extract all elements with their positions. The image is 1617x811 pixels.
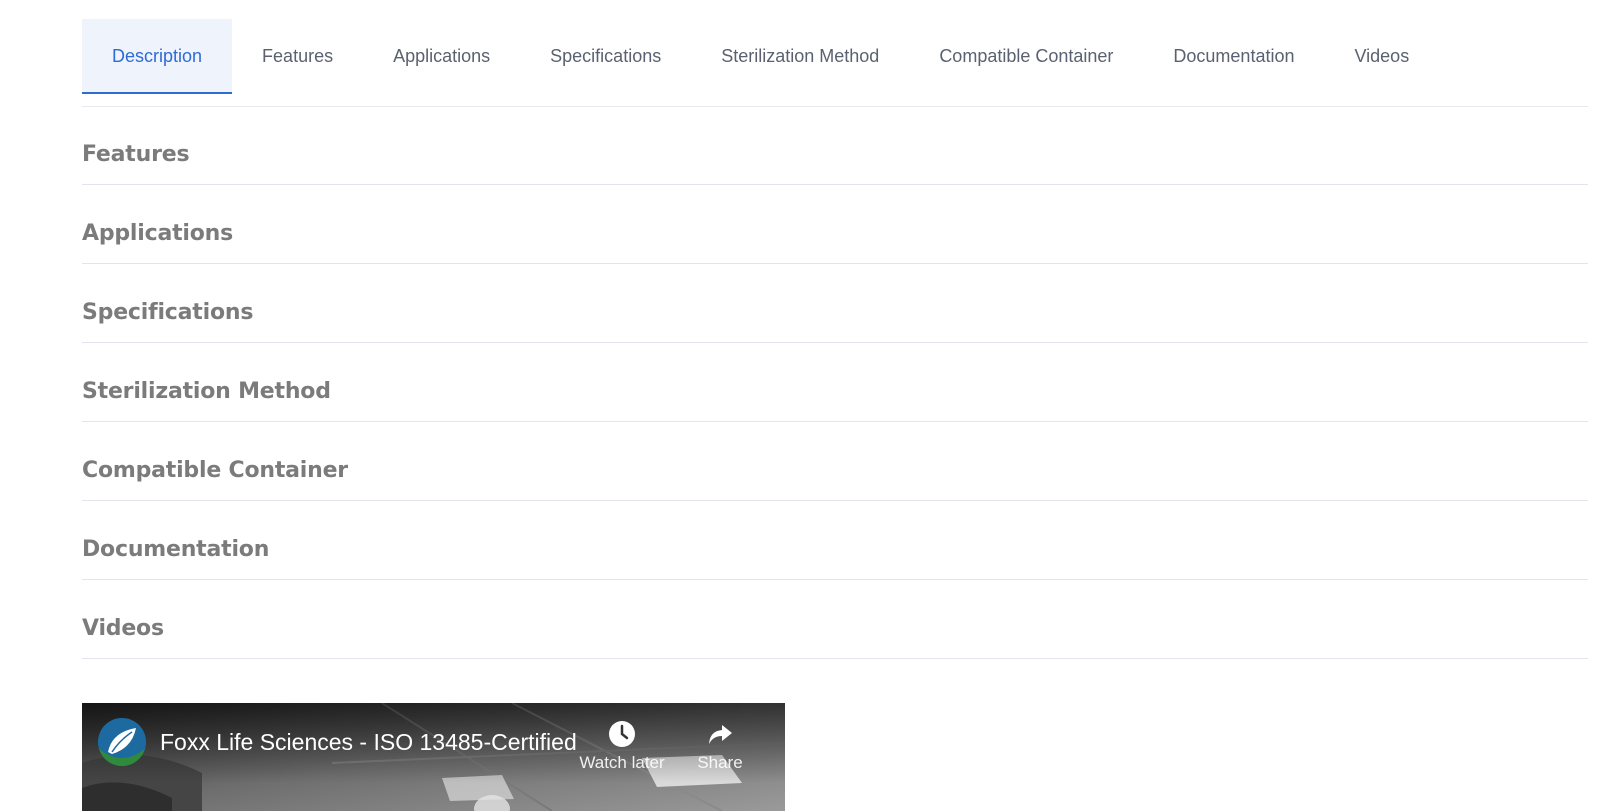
section-title: Sterilization Method [82, 379, 331, 404]
section-compatible-container[interactable]: Compatible Container [82, 422, 1588, 501]
section-applications[interactable]: Applications [82, 185, 1588, 264]
tab-description[interactable]: Description [82, 19, 233, 94]
section-title: Applications [82, 221, 234, 246]
tab-videos[interactable]: Videos [1324, 19, 1439, 94]
section-documentation[interactable]: Documentation [82, 501, 1588, 580]
section-specifications[interactable]: Specifications [82, 264, 1588, 343]
section-title: Compatible Container [82, 458, 348, 483]
section-title: Documentation [82, 537, 270, 562]
tab-bar: Description Features Applications Specif… [82, 19, 1588, 107]
tab-documentation[interactable]: Documentation [1143, 19, 1324, 94]
tab-compatible-container[interactable]: Compatible Container [909, 19, 1143, 94]
clock-icon [609, 721, 635, 747]
section-videos[interactable]: Videos [82, 580, 1588, 659]
section-sterilization-method[interactable]: Sterilization Method [82, 343, 1588, 422]
section-features[interactable]: Features [82, 106, 1588, 185]
tab-applications[interactable]: Applications [363, 19, 520, 94]
video-embed[interactable]: Foxx Life Sciences - ISO 13485-Certified… [82, 703, 785, 811]
watch-later-button[interactable]: Watch later [572, 719, 672, 773]
product-tabs-container: Description Features Applications Specif… [82, 0, 1588, 811]
share-label: Share [697, 753, 743, 772]
channel-logo[interactable] [98, 718, 146, 766]
share-arrow-icon [709, 725, 732, 744]
tab-specifications[interactable]: Specifications [520, 19, 691, 94]
section-title: Features [82, 142, 190, 167]
section-title: Specifications [82, 300, 254, 325]
tab-features[interactable]: Features [232, 19, 363, 94]
section-title: Videos [82, 616, 164, 641]
share-button[interactable]: Share [670, 719, 770, 773]
watch-later-label: Watch later [579, 753, 665, 772]
accordion-sections: Features Applications Specifications Ste… [82, 106, 1588, 659]
tab-sterilization-method[interactable]: Sterilization Method [691, 19, 909, 94]
video-title[interactable]: Foxx Life Sciences - ISO 13485-Certified [160, 729, 577, 756]
